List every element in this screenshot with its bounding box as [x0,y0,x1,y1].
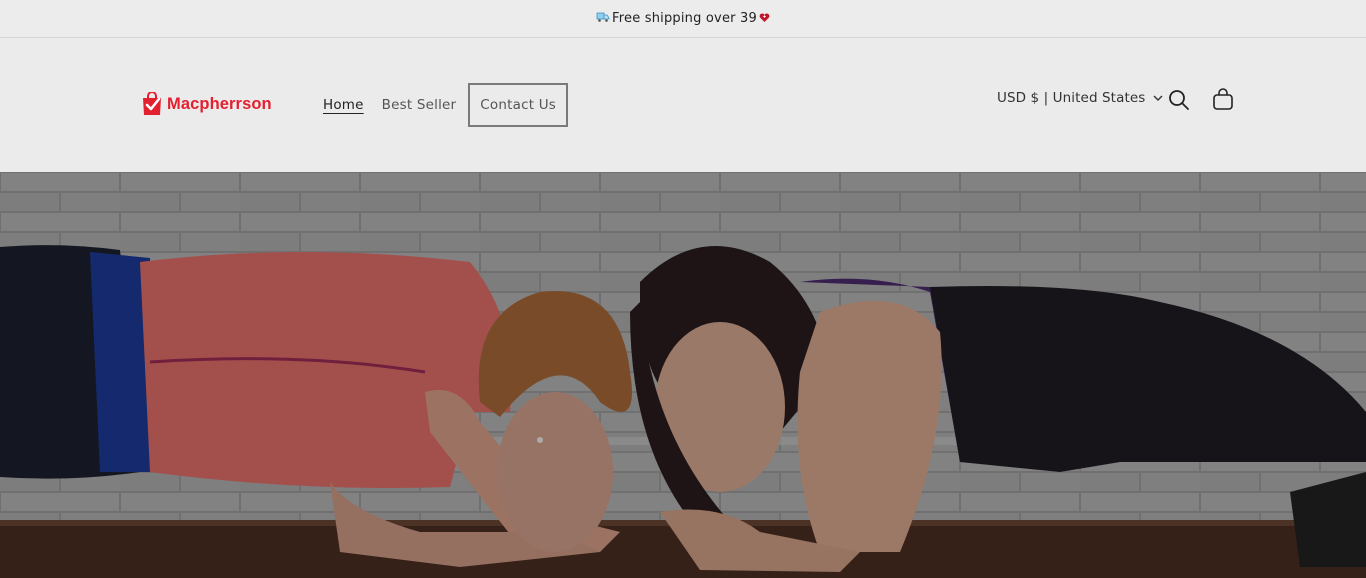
search-button[interactable] [1167,88,1191,112]
nav-best-seller[interactable]: Best Seller [373,85,466,125]
country-currency-selector[interactable]: USD $ | United States [997,90,1163,106]
brand-logo[interactable]: Macpherrson [142,91,272,116]
cart-button[interactable] [1211,88,1235,112]
localization-label: USD $ | United States [997,90,1146,106]
announcement-text: Free shipping over 39 [612,11,757,26]
nav-contact-us[interactable]: Contact Us [468,83,569,127]
cart-icon [1211,88,1235,116]
brand-name: Macpherrson [167,94,272,113]
heart-icon [759,12,770,26]
hero-illustration [0,172,1366,578]
site-header: Macpherrson Home Best Seller Contact Us … [0,38,1366,171]
nav-home[interactable]: Home [314,85,373,125]
search-icon [1167,90,1191,116]
truck-icon [596,11,610,26]
announcement-bar: Free shipping over 39 [0,0,1366,38]
shopping-bag-check-icon [142,91,162,116]
hero-banner-image [0,172,1366,578]
chevron-down-icon [1153,90,1163,106]
main-nav: Home Best Seller Contact Us [314,83,569,127]
